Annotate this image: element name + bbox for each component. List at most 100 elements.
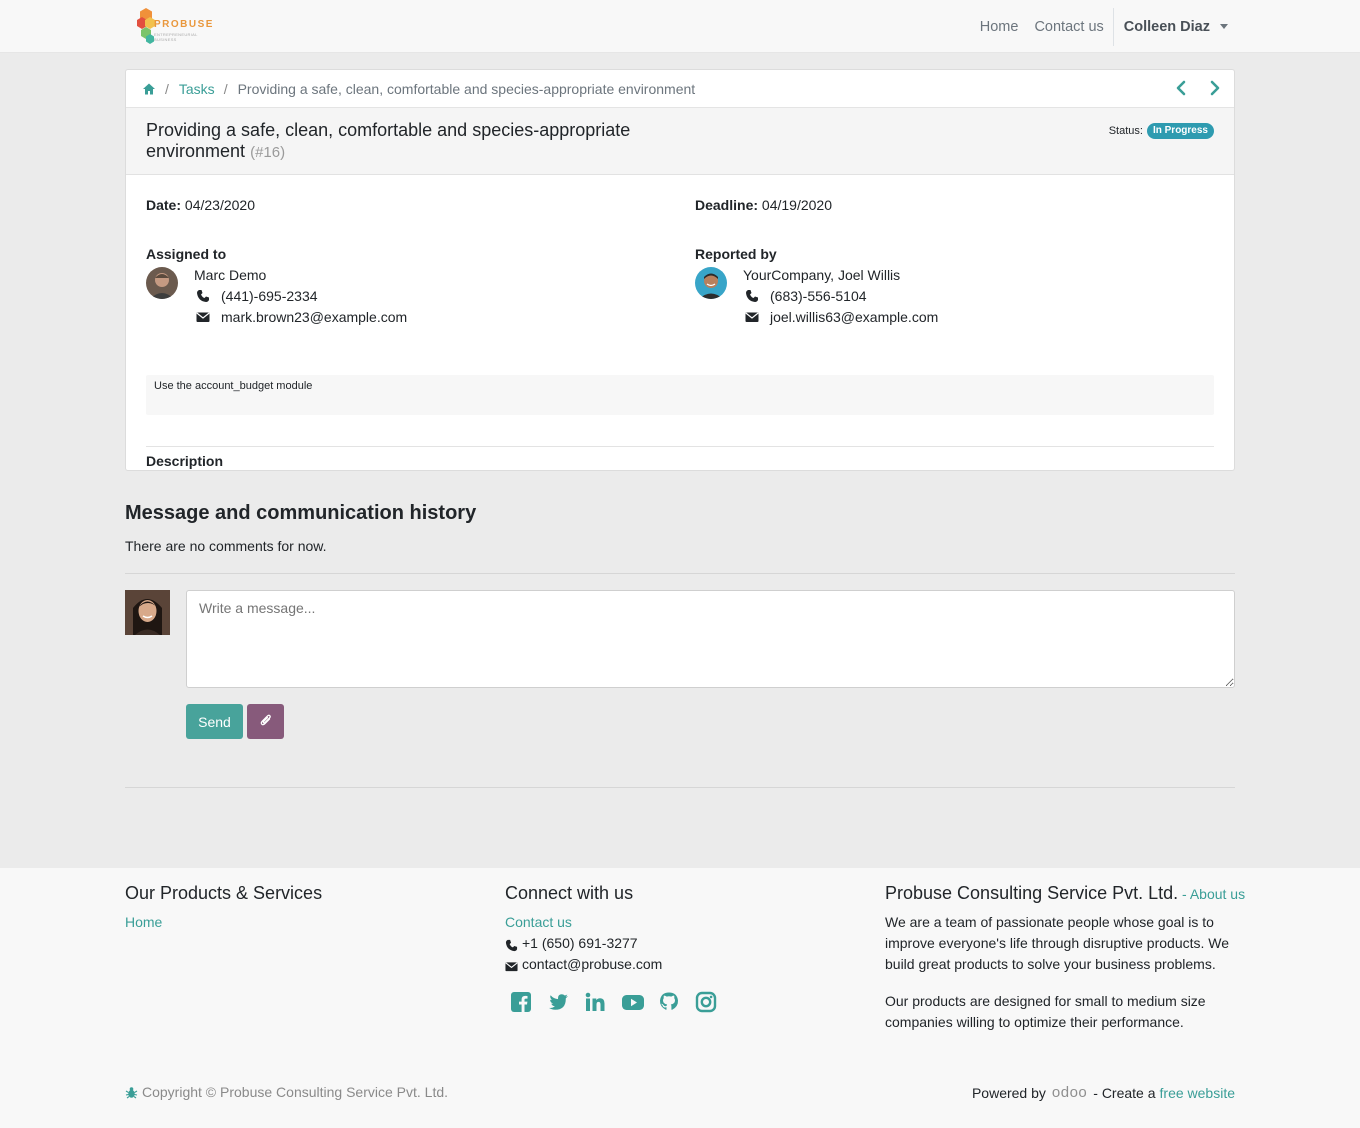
task-card: / Tasks / Providing a safe, clean, comfo… (125, 69, 1235, 471)
github-icon[interactable] (658, 991, 680, 1013)
free-website-link[interactable]: free website (1160, 1085, 1235, 1101)
phone-icon (745, 289, 759, 303)
assignee-email-value[interactable]: mark.brown23@example.com (221, 309, 407, 325)
instagram-icon[interactable] (695, 991, 717, 1013)
current-user-avatar (125, 590, 170, 635)
user-name: Colleen Diaz (1123, 18, 1210, 35)
assignee-avatar (146, 267, 178, 299)
footer-connect: Connect with us Contact us +1 (650) 691-… (505, 883, 717, 1013)
date-label: Date: (146, 197, 182, 213)
messages-title: Message and communication history (125, 502, 477, 524)
breadcrumb-separator: / (223, 80, 228, 97)
deadline-value: 04/19/2020 (761, 197, 832, 213)
status-badge: In Progress (1146, 123, 1214, 139)
nav-menu: Home Contact us Colleen Diaz (972, 0, 1360, 53)
envelope-icon (196, 310, 210, 324)
assigned-to-label: Assigned to (146, 246, 227, 262)
odoo-logo[interactable]: odoo (1052, 1084, 1087, 1101)
no-comments-text: There are no comments for now. (125, 538, 327, 554)
footer-about-paragraph-1: We are a team of passionate people whose… (885, 914, 1230, 972)
reporter-avatar (695, 267, 727, 299)
phone-icon (196, 289, 210, 303)
description-text: Use the account_budget module (154, 380, 313, 392)
task-title-text: Providing a safe, clean, comfortable and… (146, 120, 631, 161)
phone-icon (505, 937, 518, 952)
footer-phone-value: +1 (650) 691-3277 (522, 935, 638, 951)
send-button[interactable]: Send (186, 704, 243, 739)
reporter-phone: (683)-556-5104 (745, 288, 867, 304)
copyright-text: Copyright © Probuse Consulting Service P… (142, 1084, 449, 1100)
youtube-icon[interactable] (621, 991, 644, 1013)
linkedin-icon[interactable] (584, 991, 606, 1013)
composer-divider (125, 787, 1235, 788)
breadcrumb: / Tasks / Providing a safe, clean, comfo… (126, 70, 1234, 108)
footer: Our Products & Services Home Connect wit… (0, 868, 1360, 1128)
task-header: Providing a safe, clean, comfortable and… (126, 108, 1234, 175)
footer-contact-link[interactable]: Contact us (505, 912, 717, 933)
description-label: Description (146, 453, 224, 469)
user-menu-dropdown[interactable]: Colleen Diaz (1116, 19, 1236, 35)
reporter-phone-value: (683)-556-5104 (770, 288, 867, 304)
footer-products-title: Our Products & Services (125, 883, 323, 903)
reporter-name: YourCompany, Joel Willis (743, 267, 901, 283)
about-us-link[interactable]: About us (1190, 886, 1245, 902)
footer-email-value: contact@probuse.com (522, 956, 663, 972)
brand-name: PROBUSE (154, 19, 214, 30)
date-value: 04/23/2020 (184, 197, 255, 213)
assignee-phone-value: (441)-695-2334 (221, 288, 318, 304)
assignee-name: Marc Demo (194, 267, 267, 283)
attach-button[interactable] (247, 704, 284, 739)
task-id: (#16) (250, 144, 286, 161)
breadcrumb-current: Providing a safe, clean, comfortable and… (237, 80, 696, 97)
status-label: Status: (1108, 125, 1143, 137)
footer-home-link[interactable]: Home (125, 912, 322, 933)
footer-about: Probuse Consulting Service Pvt. Ltd. - A… (885, 883, 1245, 1049)
powered-by: Powered by odoo - Create a free website (972, 1084, 1235, 1101)
section-divider (146, 446, 1214, 447)
facebook-icon[interactable] (510, 991, 532, 1013)
footer-company-title: Probuse Consulting Service Pvt. Ltd. (885, 883, 1179, 903)
powered-by-label: Powered by (971, 1084, 1046, 1101)
breadcrumb-tasks-link[interactable]: Tasks (179, 81, 215, 97)
nav-home-link[interactable]: Home (972, 19, 1027, 35)
task-title: Providing a safe, clean, comfortable and… (146, 120, 646, 163)
assignee-phone: (441)-695-2334 (196, 288, 318, 304)
footer-phone: +1 (650) 691-3277 (505, 933, 717, 954)
chevron-right-icon[interactable] (1208, 80, 1222, 96)
top-navbar: PROBUSE ENTREPRENEURIAL BUSINESS Home Co… (0, 0, 1360, 53)
footer-email: contact@probuse.com (505, 954, 717, 975)
messages-divider (125, 573, 1235, 574)
footer-company-separator: - (1178, 886, 1190, 902)
reported-by-label: Reported by (695, 246, 777, 262)
logo-hexagons-icon (137, 8, 155, 44)
social-links (510, 991, 717, 1013)
chevron-left-icon[interactable] (1174, 80, 1188, 96)
deadline-label: Deadline: (695, 197, 759, 213)
copyright: Copyright © Probuse Consulting Service P… (125, 1084, 448, 1100)
message-input[interactable] (186, 590, 1235, 688)
nav-contact-link[interactable]: Contact us (1026, 19, 1111, 35)
date-field: Date: 04/23/2020 (146, 197, 255, 213)
nav-divider (1112, 7, 1114, 46)
deadline-field: Deadline: 04/19/2020 (695, 197, 832, 213)
task-status: Status: In Progress (1109, 123, 1214, 139)
bug-icon (125, 1086, 138, 1099)
twitter-icon[interactable] (547, 991, 569, 1013)
create-text: - Create a (1093, 1084, 1156, 1101)
breadcrumb-separator: / (165, 80, 169, 97)
footer-company-heading: Probuse Consulting Service Pvt. Ltd. - A… (885, 883, 1245, 904)
paperclip-icon (260, 713, 272, 730)
envelope-icon (505, 958, 518, 972)
footer-products: Our Products & Services Home (125, 883, 322, 933)
envelope-icon (745, 310, 759, 324)
assignee-email: mark.brown23@example.com (196, 309, 407, 325)
home-icon[interactable] (142, 82, 156, 96)
footer-connect-title: Connect with us (505, 883, 634, 903)
brand-logo[interactable]: PROBUSE ENTREPRENEURIAL BUSINESS (136, 7, 216, 47)
brand-tagline: ENTREPRENEURIAL BUSINESS (154, 32, 198, 42)
reporter-email-value[interactable]: joel.willis63@example.com (770, 309, 938, 325)
caret-down-icon (1220, 24, 1228, 29)
footer-about-paragraph-2: Our products are designed for small to m… (885, 993, 1206, 1030)
description-box: Use the account_budget module (146, 375, 1214, 415)
reporter-email: joel.willis63@example.com (745, 309, 938, 325)
